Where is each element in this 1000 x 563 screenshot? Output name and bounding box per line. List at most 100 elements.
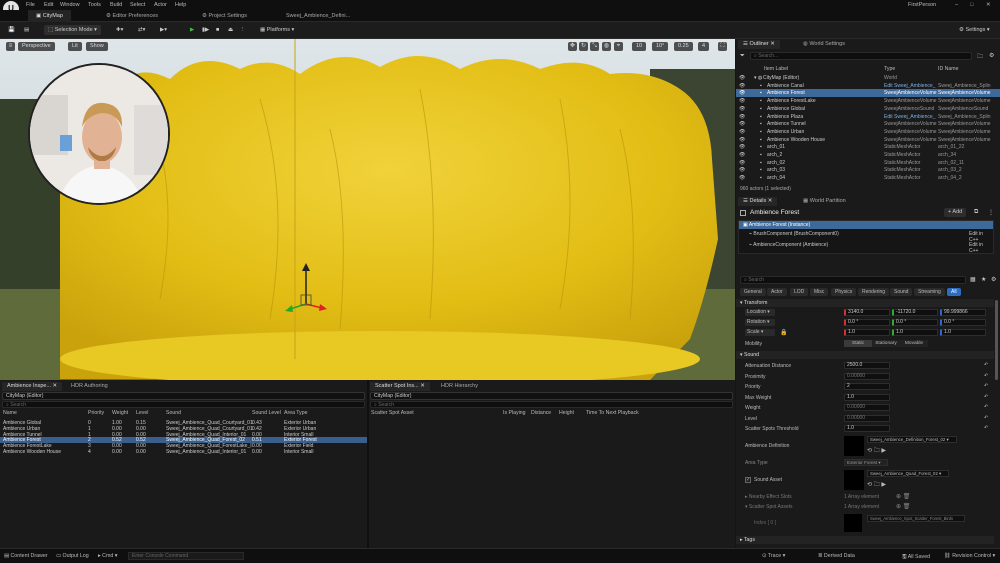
visibility-icon[interactable]: 👁 — [739, 75, 745, 81]
reset-icon[interactable]: ↶ — [984, 415, 988, 421]
column-distance[interactable]: Distance — [531, 410, 551, 416]
maximize-icon[interactable]: □ — [970, 2, 973, 8]
world-space-icon[interactable]: ◍ — [602, 42, 611, 51]
reset-icon[interactable]: ↶ — [984, 425, 988, 431]
menu-select[interactable]: Select — [130, 2, 145, 8]
tab-editor-preferences[interactable]: ⚙ Editor Preferences — [98, 10, 166, 22]
play-options-button[interactable]: ⋮ — [236, 25, 250, 35]
column-id-name[interactable]: ID Name — [938, 66, 958, 72]
lock-icon[interactable]: 🔒 — [780, 329, 787, 336]
table-row[interactable]: Ambience Wooden House 4 0.00 0.00 Sweej_Ambi… — [0, 449, 367, 455]
mobility-static[interactable]: Static — [844, 340, 872, 347]
visibility-icon[interactable]: 👁 — [739, 137, 745, 143]
column-height[interactable]: Height — [559, 410, 574, 416]
advance-frame-button[interactable]: ▮▶ — [198, 25, 213, 35]
settings-icon[interactable]: ⚙ — [991, 276, 996, 283]
browse-asset-icon[interactable]: ⟲ 🗀 ▶ — [867, 480, 886, 490]
add-actor-icon[interactable]: ✚▾ — [112, 25, 127, 35]
tab-world-partition[interactable]: ▦ World Partition — [798, 197, 851, 206]
filter-actor[interactable]: Actor — [767, 288, 787, 296]
tab-citymap[interactable]: ▣ CityMap — [28, 10, 71, 22]
rotate-icon[interactable]: ↻ — [579, 42, 588, 51]
edit-in-cpp-link[interactable]: Edit in C++ — [969, 242, 993, 254]
outliner-row[interactable]: 👁 ▪ arch_2 StaticMeshActor arch_34 — [736, 151, 1000, 159]
column-sound-level[interactable]: Sound Level — [252, 410, 281, 416]
visibility-icon[interactable]: 👁 — [739, 167, 745, 173]
rotation-z[interactable]: 0.0 ° — [940, 319, 986, 326]
panel-divider[interactable] — [367, 380, 369, 548]
scale-dropdown[interactable]: Scale ▾ — [745, 329, 775, 336]
location-x[interactable]: 3140.0 — [844, 309, 890, 316]
scale-icon[interactable]: ⤡ — [590, 42, 599, 51]
filter-lod[interactable]: LOD — [790, 288, 809, 296]
scale-snap-value[interactable]: 0.25 — [674, 42, 693, 51]
camera-speed-value[interactable]: 4 — [698, 42, 710, 51]
column-scatter-spot-asset[interactable]: Scatter Spot Asset — [371, 410, 414, 416]
console-input[interactable]: Enter Console Command — [128, 552, 244, 560]
menu-help[interactable]: Help — [175, 2, 186, 8]
column-is-playing[interactable]: Is Playing — [503, 410, 526, 416]
tab-hdr-authoring[interactable]: HDR Authoring — [66, 382, 113, 391]
tab-project-settings[interactable]: ⚙ Project Settings — [194, 10, 255, 22]
location-dropdown[interactable]: Location ▾ — [745, 309, 775, 316]
menu-build[interactable]: Build — [110, 2, 122, 8]
menu-tools[interactable]: Tools — [88, 2, 101, 8]
location-z[interactable]: 99.999866 — [940, 309, 986, 316]
sound-asset-dropdown[interactable]: Sweej_Ambience_Quad_Forest_02 ▾ — [867, 470, 949, 477]
sound-asset-checkbox[interactable]: ✓ — [745, 477, 751, 483]
property-value[interactable]: 2 — [844, 383, 890, 390]
world-dropdown-right[interactable]: CityMap (Editor) — [370, 392, 733, 400]
menu-file[interactable]: File — [26, 2, 35, 8]
folder-add-icon[interactable]: 🗀 — [977, 52, 983, 62]
details-search-input[interactable]: ⌕ Search — [740, 276, 966, 284]
array-add-icon[interactable]: ⊕ 🗑 — [896, 493, 910, 500]
output-log-button[interactable]: ▭ Output Log — [56, 553, 89, 559]
mobility-movable[interactable]: Movable — [900, 340, 928, 347]
outliner-row[interactable]: 👁 ▪ arch_03 StaticMeshActor arch_03_2 — [736, 166, 1000, 174]
reset-icon[interactable]: ↶ — [984, 394, 988, 400]
visibility-icon[interactable]: 👁 — [739, 175, 745, 181]
add-component-button[interactable]: + Add — [944, 208, 967, 217]
visibility-icon[interactable]: 👁 — [739, 90, 745, 96]
tab-details[interactable]: ☰ Details ✕ — [738, 197, 778, 206]
outliner-row[interactable]: 👁 ▪ Ambience Wooden House SweejAmbienceVolu… — [736, 136, 1000, 144]
visibility-icon[interactable]: 👁 — [739, 106, 745, 112]
component-row-ambience[interactable]: ⌁ AmbienceComponent (Ambience) Edit in C… — [749, 242, 993, 254]
scale-x[interactable]: 1.0 — [844, 329, 890, 336]
column-time-to-next-playback[interactable]: Time To Next Playback — [586, 410, 639, 416]
visibility-icon[interactable]: 👁 — [739, 114, 745, 120]
column-sound[interactable]: Sound — [166, 410, 181, 416]
settings-button[interactable]: ⚙ Settings ▾ — [955, 25, 994, 35]
maximize-viewport-icon[interactable]: ⛶ — [718, 42, 727, 51]
visibility-icon[interactable]: 👁 — [739, 83, 745, 89]
scale-z[interactable]: 1.0 — [940, 329, 986, 336]
filter-streaming[interactable]: Streaming — [914, 288, 945, 296]
property-value[interactable]: 1.0 — [844, 393, 890, 401]
menu-actor[interactable]: Actor — [154, 2, 167, 8]
outliner-row[interactable]: 👁 ▪ Ambience ForestLake SweejAmbienceVolume… — [736, 97, 1000, 105]
settings-icon[interactable]: ⋮ — [988, 209, 994, 216]
sequence-icon[interactable]: ▶▾ — [156, 25, 171, 35]
visibility-icon[interactable]: 👁 — [739, 160, 745, 166]
tab-world-settings[interactable]: ◍ World Settings — [798, 40, 850, 49]
outliner-row[interactable]: 👁 ▪ Ambience Urban SweejAmbienceVolume Sweej… — [736, 128, 1000, 136]
visibility-icon[interactable]: 👁 — [739, 152, 745, 158]
viewport-options-icon[interactable]: ≡ — [6, 42, 15, 51]
favorite-icon[interactable]: ★ — [981, 276, 986, 283]
filter-misc[interactable]: Misc — [810, 288, 829, 296]
scatter-entry-dropdown[interactable]: Sweej_Ambience_Spot_Scatter_Forest_Birds — [867, 515, 965, 522]
outliner-row[interactable]: 👁 ▪ Ambience Canal Edit Sweej_Ambience_ Swee… — [736, 82, 1000, 90]
scale-y[interactable]: 1.0 — [892, 329, 938, 336]
platforms-button[interactable]: ▦ Platforms ▾ — [256, 25, 298, 35]
column-name[interactable]: Name — [3, 410, 17, 416]
all-saved-button[interactable]: 🖫 All Saved — [902, 553, 930, 562]
visibility-icon[interactable]: 👁 — [739, 98, 745, 104]
minimize-icon[interactable]: – — [955, 2, 958, 8]
perspective-button[interactable]: Perspective — [18, 42, 55, 51]
tab-ambience-definition[interactable]: Sweej_Ambience_Defini... — [278, 10, 358, 22]
filter-physics[interactable]: Physics — [831, 288, 857, 296]
transform-section-header[interactable]: ▾ Transform — [736, 299, 994, 307]
column-area-type[interactable]: Area Type — [284, 410, 308, 416]
tab-ambience-inspector[interactable]: Ambience Inspe... ✕ — [2, 382, 63, 391]
cmd-dropdown[interactable]: ▸ Cmd ▾ — [98, 553, 117, 559]
